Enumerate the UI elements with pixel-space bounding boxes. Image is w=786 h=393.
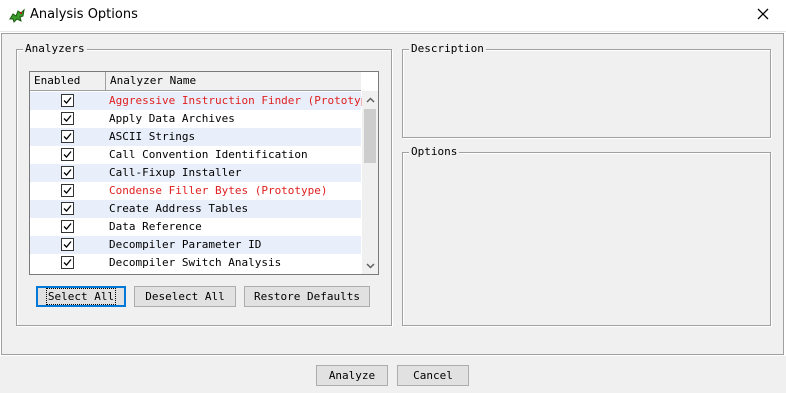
analyzer-name: Call-Fixup Installer (109, 166, 242, 179)
analyze-label: Analyze (328, 369, 376, 382)
checkmark-icon (63, 241, 72, 248)
analyzers-table: Enabled Analyzer Name Aggressive Instruc… (29, 71, 379, 275)
select-all-button[interactable]: Select All (36, 286, 126, 307)
description-group-label: Description (409, 42, 486, 55)
title-bar: Analysis Options (0, 0, 786, 32)
enabled-checkbox[interactable] (61, 238, 74, 251)
checkmark-icon (63, 115, 72, 122)
chevron-up-icon (365, 93, 375, 106)
dialog-footer: Analyze Cancel (0, 356, 786, 393)
select-all-label: Select All (45, 288, 117, 305)
table-header: Enabled Analyzer Name (30, 72, 361, 91)
analyzer-name: Aggressive Instruction Finder (Prototype… (109, 94, 379, 107)
table-row[interactable]: Data Reference (30, 218, 361, 236)
enabled-checkbox[interactable] (61, 220, 74, 233)
analyzer-name: Decompiler Switch Analysis (109, 256, 282, 269)
column-header-analyzer-name[interactable]: Analyzer Name (106, 72, 361, 90)
analyzers-group-label: Analyzers (23, 42, 87, 55)
cancel-button[interactable]: Cancel (397, 365, 469, 386)
table-row[interactable]: Decompiler Switch Analysis (30, 254, 361, 272)
enabled-checkbox[interactable] (61, 130, 74, 143)
chevron-down-icon (365, 259, 375, 272)
enabled-checkbox[interactable] (61, 148, 74, 161)
table-row[interactable]: Create Address Tables (30, 200, 361, 218)
checkmark-icon (63, 151, 72, 158)
table-row[interactable]: Aggressive Instruction Finder (Prototype… (30, 92, 378, 110)
close-icon (757, 8, 769, 23)
table-rows: Aggressive Instruction Finder (Prototype… (30, 92, 378, 272)
table-row[interactable]: Call-Fixup Installer (30, 164, 361, 182)
scrollbar-thumb[interactable] (364, 109, 376, 163)
deselect-all-button[interactable]: Deselect All (134, 286, 236, 307)
checkmark-icon (63, 223, 72, 230)
checkmark-icon (63, 259, 72, 266)
deselect-all-label: Deselect All (145, 290, 225, 303)
table-row[interactable]: ASCII Strings (30, 128, 361, 146)
enabled-checkbox[interactable] (61, 112, 74, 125)
scroll-up-button[interactable] (362, 91, 378, 108)
enabled-checkbox[interactable] (61, 94, 74, 107)
restore-defaults-label: Restore Defaults (254, 290, 360, 303)
analyzer-name: Call Convention Identification (109, 148, 308, 161)
checkmark-icon (63, 205, 72, 212)
checkmark-icon (63, 169, 72, 176)
scroll-down-button[interactable] (362, 257, 378, 274)
analyzer-name: Data Reference (109, 220, 202, 233)
dragon-app-icon (8, 7, 26, 25)
checkmark-icon (63, 187, 72, 194)
window-title: Analysis Options (30, 7, 138, 22)
table-row[interactable]: Condense Filler Bytes (Prototype) (30, 182, 361, 200)
restore-defaults-button[interactable]: Restore Defaults (244, 286, 370, 307)
column-header-enabled[interactable]: Enabled (30, 72, 106, 90)
enabled-checkbox[interactable] (61, 184, 74, 197)
checkmark-icon (63, 133, 72, 140)
checkmark-icon (63, 97, 72, 104)
cancel-label: Cancel (413, 369, 453, 382)
enabled-checkbox[interactable] (61, 166, 74, 179)
analyzer-name: Condense Filler Bytes (Prototype) (109, 184, 328, 197)
description-group: Description (402, 42, 771, 138)
close-button[interactable] (740, 0, 786, 31)
vertical-scrollbar[interactable] (362, 91, 378, 274)
enabled-checkbox[interactable] (61, 256, 74, 269)
analyzer-name: ASCII Strings (109, 130, 196, 143)
options-group-label: Options (409, 145, 460, 158)
table-row[interactable]: Call Convention Identification (30, 146, 361, 164)
table-row[interactable]: Apply Data Archives (30, 110, 361, 128)
enabled-checkbox[interactable] (61, 202, 74, 215)
analyzer-name: Apply Data Archives (109, 112, 235, 125)
analyzer-name: Create Address Tables (109, 202, 249, 215)
options-group: Options (402, 145, 771, 326)
analyze-button[interactable]: Analyze (316, 365, 388, 386)
table-row[interactable]: Decompiler Parameter ID (30, 236, 361, 254)
analyzer-name: Decompiler Parameter ID (109, 238, 262, 251)
